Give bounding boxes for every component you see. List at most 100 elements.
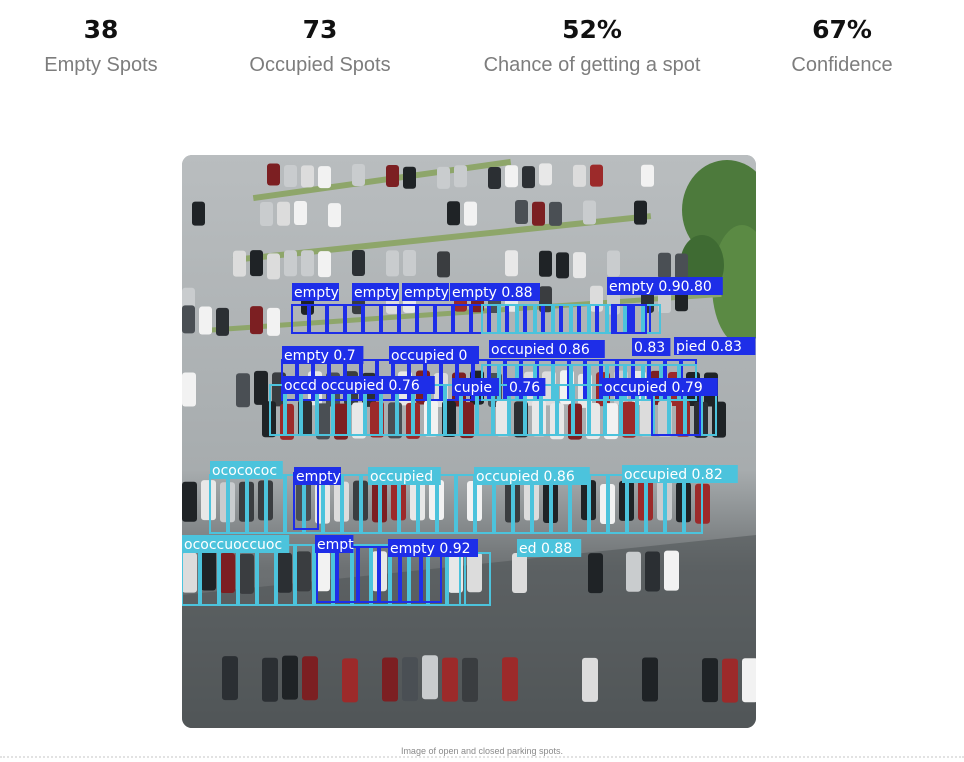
detection-label: empty 0.88	[452, 285, 533, 301]
car	[236, 373, 250, 408]
car	[302, 656, 318, 701]
detection-label: occupied	[370, 469, 433, 485]
stat-confidence: 67% Confidence	[791, 14, 892, 77]
stat-value: 67%	[812, 15, 872, 44]
stat-label: Empty Spots	[44, 54, 158, 76]
car	[284, 165, 297, 188]
car	[386, 250, 399, 277]
detection-label: occupied 0.86	[476, 469, 575, 485]
car	[267, 253, 280, 280]
car	[403, 166, 416, 189]
detection-label: pied 0.83	[676, 339, 742, 355]
car	[522, 166, 535, 189]
detection-label: occupied 0.76	[321, 378, 420, 394]
car	[583, 200, 596, 225]
car	[352, 250, 365, 277]
car	[658, 252, 671, 279]
car	[250, 250, 263, 277]
car	[573, 252, 586, 279]
detection-label: empty 0.90.80	[609, 279, 712, 295]
car	[702, 658, 718, 703]
car	[539, 250, 552, 277]
car	[437, 166, 450, 189]
car	[301, 165, 314, 188]
car	[512, 553, 527, 594]
car	[220, 553, 235, 594]
car	[539, 163, 552, 186]
car	[634, 200, 647, 225]
stat-label: Confidence	[791, 54, 893, 76]
parking-lot-image: empty empty empty empty 0.88 empty 0.90.80 em…	[182, 155, 756, 728]
car	[622, 401, 636, 438]
car	[590, 164, 603, 187]
car	[467, 552, 482, 593]
car	[182, 552, 197, 593]
car	[442, 657, 458, 702]
stat-value: 52%	[562, 15, 622, 44]
dotted-divider	[0, 756, 964, 758]
car	[437, 251, 450, 278]
car	[182, 372, 196, 407]
car	[626, 551, 641, 592]
car	[722, 658, 738, 703]
car	[267, 163, 280, 186]
detection-label: empty	[404, 285, 449, 301]
car	[532, 201, 545, 226]
stat-label: Chance of getting a spot	[483, 54, 701, 76]
detection-label: 0.76	[509, 380, 540, 396]
car	[582, 657, 598, 702]
image-caption: Image of open and closed parking spots.	[400, 746, 564, 756]
car	[216, 307, 229, 336]
car	[277, 552, 292, 593]
car	[422, 655, 438, 700]
stat-value: 38	[83, 15, 119, 44]
car	[447, 201, 460, 226]
car	[222, 656, 238, 701]
detection-label: empty	[354, 285, 399, 301]
car	[645, 551, 660, 592]
car	[454, 165, 467, 188]
car	[573, 164, 586, 187]
car	[250, 306, 263, 335]
car	[464, 201, 477, 226]
car	[607, 250, 620, 277]
car	[675, 253, 688, 280]
detection-label: occupied 0	[391, 348, 467, 364]
car	[742, 658, 756, 703]
car	[488, 166, 501, 189]
car	[328, 203, 341, 228]
car	[549, 201, 562, 226]
detection-label: ed 0.88	[519, 541, 572, 557]
car	[664, 550, 679, 591]
detection-label: occupied 0.86	[491, 342, 590, 358]
detection-label: occd	[284, 378, 317, 394]
car	[402, 657, 418, 702]
car	[342, 658, 358, 703]
stat-value: 73	[302, 15, 338, 44]
car	[556, 252, 569, 279]
detection-label: occupied 0.82	[624, 467, 723, 483]
car	[267, 307, 280, 336]
stat-chance: 52% Chance of getting a spot	[484, 14, 701, 77]
car	[284, 250, 297, 277]
car	[199, 306, 212, 335]
car	[352, 163, 365, 186]
car	[294, 200, 307, 225]
detection-label: empty	[294, 285, 339, 301]
car	[505, 165, 518, 188]
stat-occupied-spots: 73 Occupied Spots	[249, 14, 390, 77]
car	[386, 164, 399, 187]
car	[515, 200, 528, 225]
car	[301, 250, 314, 277]
car	[182, 481, 197, 522]
car	[233, 250, 246, 277]
car	[642, 657, 658, 702]
stats-bar: 38 Empty Spots 73 Occupied Spots 52% Cha…	[0, 0, 964, 110]
detection-label: ococococ	[212, 463, 277, 479]
car	[239, 553, 254, 594]
car	[502, 657, 518, 702]
detection-label: 0.83	[634, 340, 665, 356]
stat-label: Occupied Spots	[249, 54, 391, 76]
car	[403, 250, 416, 277]
car	[201, 480, 216, 521]
